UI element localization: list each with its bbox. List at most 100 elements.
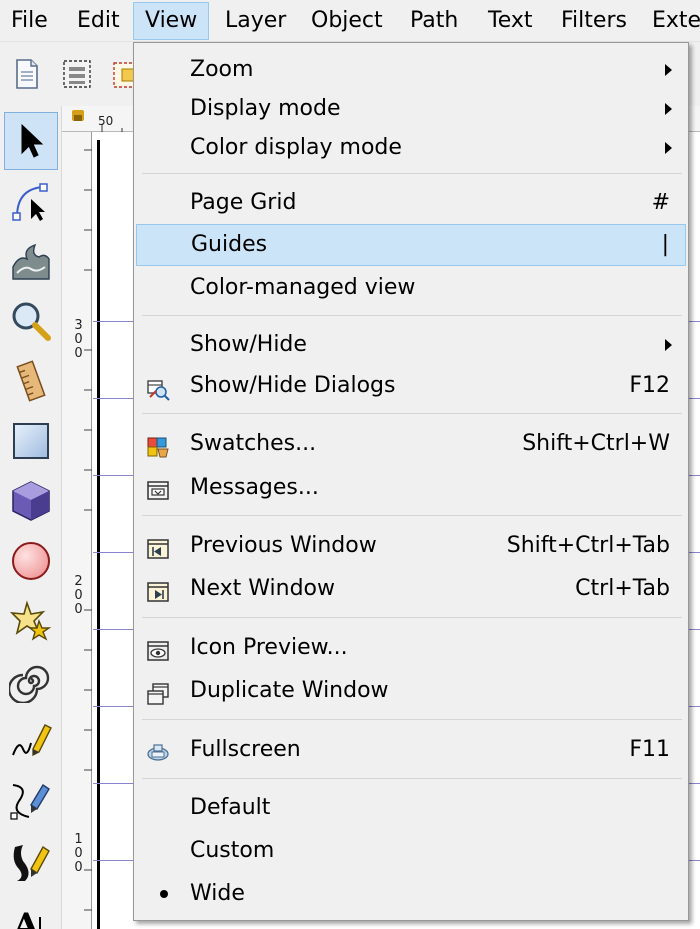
submenu-arrow-icon — [665, 64, 672, 76]
menu-item-previous-window[interactable]: Previous Window Shift+Ctrl+Tab — [136, 525, 686, 567]
menu-item-wide[interactable]: Wide — [136, 873, 686, 915]
3dbox-tool[interactable] — [4, 472, 58, 530]
menu-item-label: Zoom — [190, 57, 254, 82]
menu-item-shortcut: # — [651, 190, 670, 215]
menu-item-duplicate-window[interactable]: Duplicate Window — [136, 670, 686, 712]
previous-window-icon — [146, 534, 170, 559]
menu-item-label: Messages... — [190, 475, 319, 500]
menu-item-shortcut: Ctrl+Tab — [575, 576, 670, 601]
menu-item-fullscreen[interactable]: Fullscreen F11 — [136, 729, 686, 771]
menu-item-swatches[interactable]: Swatches... Shift+Ctrl+W — [136, 423, 686, 465]
menu-edit[interactable]: Edit — [66, 2, 131, 40]
submenu-arrow-icon — [665, 142, 672, 154]
menu-separator — [142, 315, 682, 316]
menu-separator — [142, 719, 682, 720]
rectangle-tool[interactable] — [4, 412, 58, 470]
menu-item-messages[interactable]: Messages... — [136, 467, 686, 509]
spiral-tool[interactable] — [4, 652, 58, 710]
menu-item-label: Fullscreen — [190, 737, 301, 762]
menu-item-label: Color-managed view — [190, 275, 416, 300]
submenu-arrow-icon — [665, 103, 672, 115]
menu-view[interactable]: View — [133, 2, 210, 40]
menu-item-show-hide-dialogs[interactable]: Show/Hide Dialogs F12 — [136, 365, 686, 407]
node-tool[interactable] — [4, 172, 58, 230]
menu-item-show-hide[interactable]: Show/Hide — [136, 324, 686, 366]
swatches-icon — [146, 432, 170, 458]
menu-item-label: Wide — [190, 881, 245, 906]
menu-item-custom[interactable]: Custom — [136, 830, 686, 872]
icon-preview-icon — [146, 636, 170, 661]
text-icon: A — [12, 906, 41, 929]
measure-tool[interactable] — [4, 352, 58, 410]
show-hide-dialogs-icon — [146, 374, 170, 401]
ellipse-icon — [12, 542, 50, 580]
spiral-icon — [9, 665, 50, 703]
selector-arrow-icon — [21, 123, 44, 158]
menu-file[interactable]: File — [0, 2, 59, 40]
menu-separator — [142, 778, 682, 779]
menu-item-color-display-mode[interactable]: Color display mode — [136, 127, 686, 169]
menu-text[interactable]: Text — [477, 2, 544, 40]
menu-object[interactable]: Object — [300, 2, 394, 40]
menu-item-display-mode[interactable]: Display mode — [136, 88, 686, 130]
calligraphy-tool[interactable] — [4, 832, 58, 890]
menu-item-label: Next Window — [190, 576, 335, 601]
measure-ruler-icon — [16, 360, 46, 402]
ruler-label-left: 100 — [71, 832, 86, 874]
menu-item-shortcut: F11 — [629, 737, 670, 762]
svg-text:A: A — [12, 906, 40, 929]
tool-palette: A — [0, 106, 62, 929]
menu-item-label: Duplicate Window — [190, 678, 389, 703]
calligraphy-icon — [13, 845, 50, 881]
new-document-icon[interactable] — [10, 57, 44, 91]
zoom-tool[interactable] — [4, 292, 58, 350]
radio-bullet-icon — [160, 890, 168, 898]
pen-bezier-icon — [10, 784, 50, 820]
menu-filters[interactable]: Filters — [550, 2, 638, 40]
node-editor-icon — [12, 183, 48, 221]
pencil-icon — [12, 724, 52, 757]
selector-tool[interactable] — [4, 112, 58, 170]
menu-item-shortcut: | — [661, 232, 669, 257]
menu-item-shortcut: Shift+Ctrl+W — [522, 431, 670, 456]
menu-item-zoom[interactable]: Zoom — [136, 49, 686, 91]
pencil-tool[interactable] — [4, 712, 58, 770]
duplicate-window-icon — [146, 679, 170, 705]
tweak-tool[interactable] — [4, 232, 58, 290]
star-icon — [9, 600, 52, 641]
menu-separator — [142, 515, 682, 516]
menu-item-label: Color display mode — [190, 135, 402, 160]
messages-icon — [146, 476, 170, 500]
menu-extensions[interactable]: Exte — [641, 2, 700, 40]
menu-item-label: Show/Hide — [190, 332, 307, 357]
menu-item-label: Default — [190, 795, 271, 820]
menu-layer[interactable]: Layer — [214, 2, 297, 40]
vertical-ruler: 300 200 100 — [62, 132, 92, 929]
menu-item-label: Display mode — [190, 96, 341, 121]
menu-item-icon-preview[interactable]: Icon Preview... — [136, 627, 686, 669]
menu-item-label: Icon Preview... — [190, 635, 348, 660]
ellipse-tool[interactable] — [4, 532, 58, 590]
page-border — [97, 140, 100, 929]
menu-item-default[interactable]: Default — [136, 787, 686, 829]
menu-item-label: Swatches... — [190, 431, 317, 456]
menu-item-color-managed-view[interactable]: Color-managed view — [136, 267, 686, 309]
text-tool[interactable]: A — [4, 892, 58, 929]
menu-item-label: Previous Window — [190, 533, 377, 558]
menu-item-label: Guides — [191, 232, 268, 257]
menu-item-label: Custom — [190, 838, 275, 863]
menu-item-guides[interactable]: Guides | — [136, 224, 686, 266]
ruler-label-left: 200 — [71, 574, 86, 616]
menu-separator — [142, 173, 682, 174]
star-tool[interactable] — [4, 592, 58, 650]
zoom-magnifier-icon — [12, 302, 51, 341]
menu-item-shortcut: Shift+Ctrl+Tab — [506, 533, 670, 558]
menu-item-label: Show/Hide Dialogs — [190, 373, 396, 398]
menu-separator — [142, 617, 682, 618]
document-properties-icon[interactable] — [60, 57, 94, 91]
pen-tool[interactable] — [4, 772, 58, 830]
menu-item-next-window[interactable]: Next Window Ctrl+Tab — [136, 568, 686, 610]
menu-item-page-grid[interactable]: Page Grid # — [136, 182, 686, 224]
ruler-label-top: 50 — [98, 114, 114, 128]
menu-path[interactable]: Path — [399, 2, 469, 40]
